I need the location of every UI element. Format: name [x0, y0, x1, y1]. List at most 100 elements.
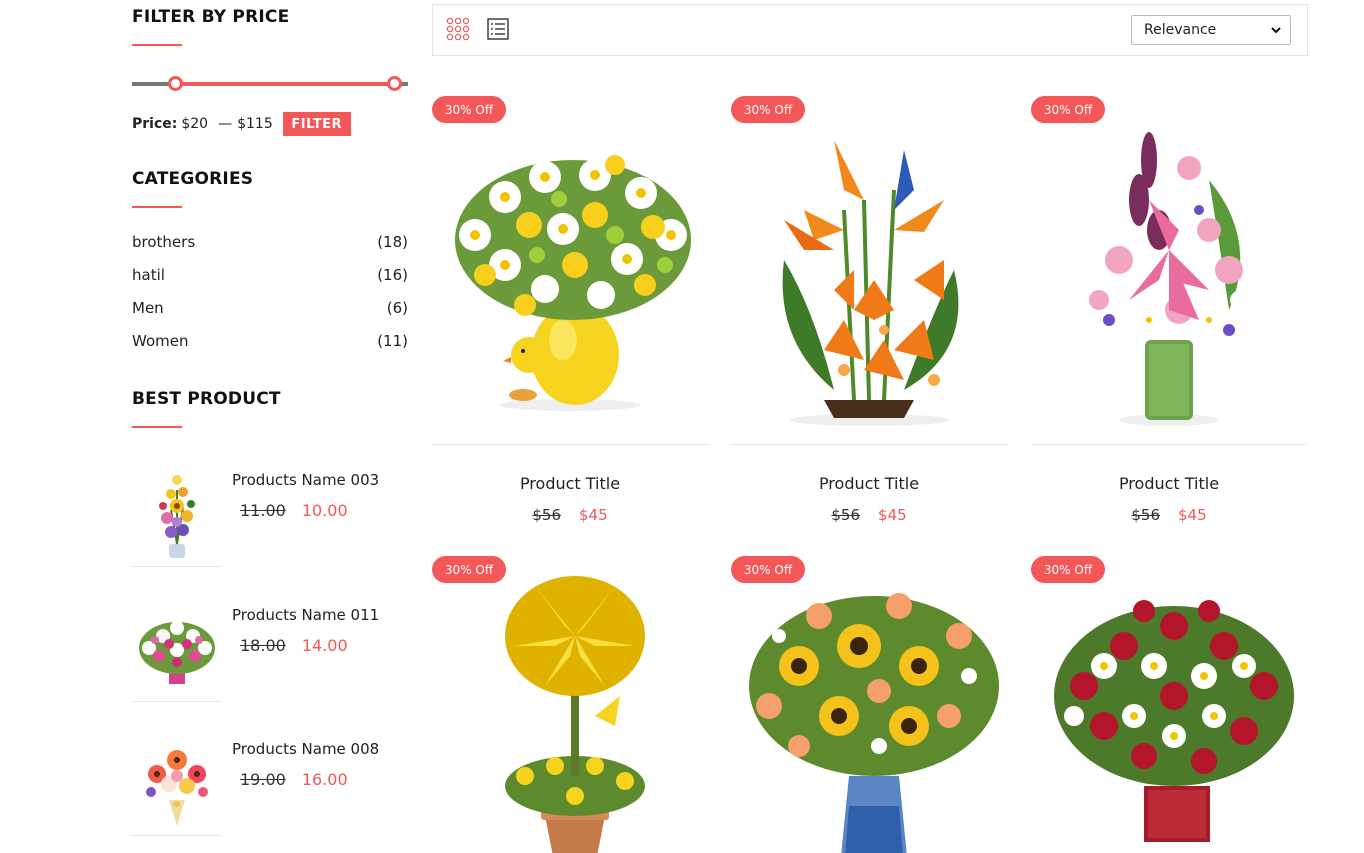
- categories-title: CATEGORIES: [132, 169, 254, 189]
- chevron-down-icon: [1271, 27, 1281, 34]
- product-image[interactable]: [432, 566, 708, 853]
- slider-min-handle[interactable]: [168, 76, 183, 91]
- discount-badge: 30% Off: [1031, 556, 1105, 583]
- category-count: (6): [386, 299, 408, 317]
- best-product-prices: 11.00 10.00: [240, 501, 348, 520]
- flower-bouquet-image: [159, 474, 195, 558]
- best-product-item: Products Name 008 19.00 16.00: [132, 732, 408, 852]
- flower-vase-image: [1089, 132, 1248, 426]
- product-image[interactable]: [432, 106, 708, 444]
- sort-value: Relevance: [1144, 22, 1217, 38]
- list-icon: [487, 18, 509, 40]
- price-range-slider[interactable]: [132, 76, 408, 91]
- product-image[interactable]: [731, 566, 1007, 853]
- grid-icon: [446, 17, 470, 41]
- product-title[interactable]: Product Title: [731, 474, 1007, 493]
- new-price: 14.00: [301, 636, 348, 655]
- new-price: $45: [1178, 506, 1207, 524]
- category-name[interactable]: Women: [132, 332, 188, 365]
- product-title[interactable]: Product Title: [1031, 474, 1307, 493]
- best-product-thumbnail[interactable]: [132, 732, 222, 836]
- old-price: $56: [532, 506, 561, 524]
- best-product-name[interactable]: Products Name 011: [232, 606, 379, 624]
- price-label: Price:: [132, 116, 178, 132]
- category-count: (16): [377, 266, 408, 284]
- discount-badge: 30% Off: [432, 556, 506, 583]
- old-price: $56: [1131, 506, 1160, 524]
- old-price: 18.00: [240, 636, 286, 655]
- best-product-thumbnail[interactable]: [132, 598, 222, 702]
- sort-select[interactable]: Relevance: [1131, 15, 1291, 45]
- filter-button[interactable]: FILTER: [282, 112, 351, 136]
- product-prices: $56 $45: [432, 506, 708, 524]
- categories-widget: CATEGORIES brothers (18) hatil (16) Men …: [132, 169, 408, 365]
- slider-max-handle[interactable]: [387, 76, 402, 91]
- list-view-button[interactable]: [486, 17, 510, 41]
- sunflower-bouquet-image: [749, 593, 999, 853]
- category-count: (11): [377, 332, 408, 350]
- old-price: 11.00: [240, 501, 286, 520]
- flower-bouquet-image: [146, 749, 208, 826]
- product-card: 30% Off Product Title $56 $45: [1031, 96, 1307, 536]
- best-product-name[interactable]: Products Name 008: [232, 740, 379, 758]
- price-dash: —: [218, 116, 233, 132]
- best-product-prices: 18.00 14.00: [240, 636, 348, 655]
- old-price: $56: [831, 506, 860, 524]
- title-underline: [132, 206, 182, 208]
- divider: [432, 444, 708, 445]
- category-item-women[interactable]: Women (11): [132, 332, 408, 365]
- price-readout: Price: $20 — $115 FILTER: [132, 112, 351, 136]
- product-card: 30% Off: [432, 556, 708, 853]
- category-count: (18): [377, 233, 408, 251]
- discount-badge: 30% Off: [432, 96, 506, 123]
- old-price: 19.00: [240, 770, 286, 789]
- product-card: 30% Off: [731, 556, 1007, 853]
- category-name[interactable]: brothers: [132, 233, 195, 266]
- best-product-widget: BEST PRODUCT: [132, 389, 408, 428]
- price-max-value: $115: [237, 116, 273, 132]
- product-image[interactable]: [731, 106, 1007, 444]
- new-price: 10.00: [301, 501, 348, 520]
- price-filter-widget: FILTER BY PRICE: [132, 7, 408, 46]
- best-product-item: Products Name 003 11.00 10.00: [132, 463, 408, 583]
- product-image[interactable]: [1031, 566, 1307, 853]
- best-product-thumbnail[interactable]: [132, 463, 222, 567]
- best-product-name[interactable]: Products Name 003: [232, 471, 379, 489]
- flower-bouquet-image: [139, 620, 215, 684]
- slider-range: [176, 82, 394, 86]
- new-price: 16.00: [301, 770, 348, 789]
- title-underline: [132, 426, 182, 428]
- discount-badge: 30% Off: [731, 556, 805, 583]
- product-card: 30% Off Product Title $56 $45: [731, 96, 1007, 536]
- product-image[interactable]: [1031, 106, 1307, 444]
- category-item-men[interactable]: Men (6): [132, 299, 408, 332]
- category-name[interactable]: Men: [132, 299, 164, 332]
- price-min-value: $20: [181, 116, 209, 132]
- product-card: 30% Off: [1031, 556, 1307, 853]
- grid-view-button[interactable]: [446, 17, 470, 41]
- best-product-prices: 19.00 16.00: [240, 770, 348, 789]
- discount-badge: 30% Off: [731, 96, 805, 123]
- new-price: $45: [878, 506, 907, 524]
- title-underline: [132, 44, 182, 46]
- category-item-hatil[interactable]: hatil (16): [132, 266, 408, 299]
- product-prices: $56 $45: [731, 506, 1007, 524]
- category-name[interactable]: hatil: [132, 266, 165, 299]
- best-product-title: BEST PRODUCT: [132, 389, 281, 409]
- new-price: $45: [579, 506, 608, 524]
- divider: [1031, 444, 1307, 445]
- product-card: 30% Off: [432, 96, 708, 536]
- category-item-brothers[interactable]: brothers (18): [132, 233, 408, 266]
- carnation-bouquet-image: [1054, 600, 1294, 842]
- lily-topiary-image: [505, 576, 645, 853]
- price-filter-title: FILTER BY PRICE: [132, 7, 290, 27]
- divider: [731, 444, 1007, 445]
- best-product-item: Products Name 011 18.00 14.00: [132, 598, 408, 718]
- discount-badge: 30% Off: [1031, 96, 1105, 123]
- product-prices: $56 $45: [1031, 506, 1307, 524]
- flower-bouquet-image: [455, 155, 691, 411]
- category-list: brothers (18) hatil (16) Men (6) Women (…: [132, 233, 408, 365]
- flower-arrangement-image: [782, 140, 959, 426]
- product-title[interactable]: Product Title: [432, 474, 708, 493]
- shop-toolbar: Relevance: [432, 4, 1308, 56]
